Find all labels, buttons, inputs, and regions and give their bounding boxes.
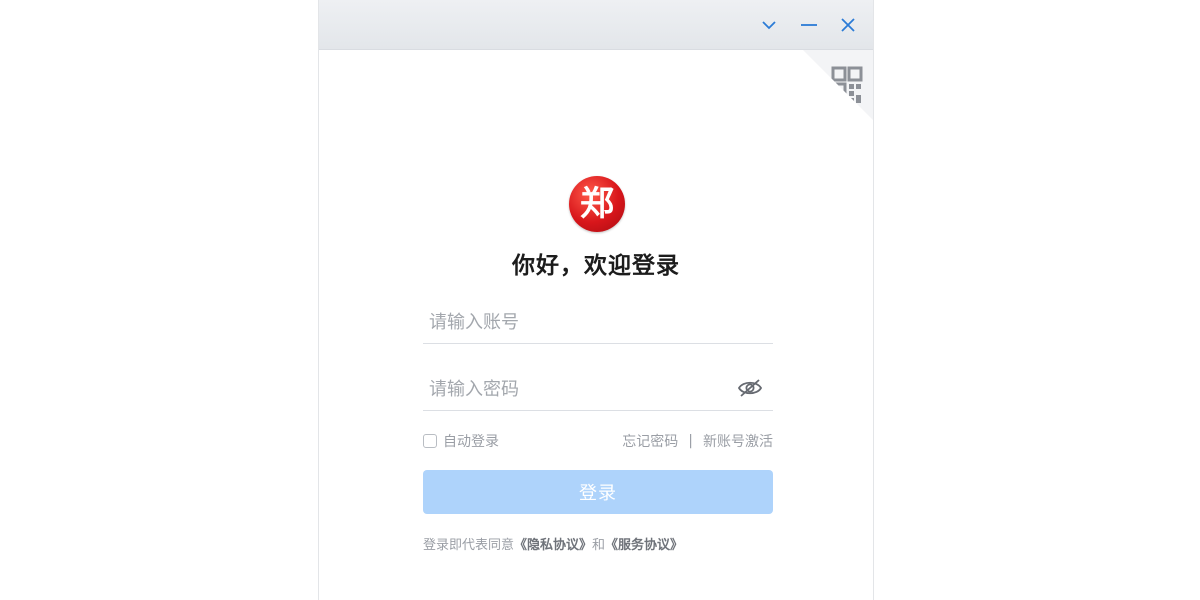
close-icon: [841, 18, 855, 32]
link-separator: |: [688, 433, 693, 449]
login-content: 郑 你好，欢迎登录 自动登录 忘记密码 | 新账号激活: [319, 50, 873, 600]
forgot-password-link[interactable]: 忘记密码: [622, 431, 678, 451]
welcome-title: 你好，欢迎登录: [512, 253, 680, 279]
account-input[interactable]: [427, 300, 731, 344]
auto-login-checkbox[interactable]: 自动登录: [423, 431, 499, 451]
service-agreement-link[interactable]: 《服务协议》: [605, 538, 683, 553]
agreement-prefix: 登录即代表同意: [423, 538, 515, 553]
minimize-icon: [801, 24, 817, 26]
close-button[interactable]: [836, 13, 860, 37]
auto-login-label: 自动登录: [443, 434, 499, 450]
account-links: 忘记密码 | 新账号激活: [622, 431, 773, 451]
title-bar: [319, 0, 873, 50]
password-input[interactable]: [427, 367, 731, 411]
activate-account-link[interactable]: 新账号激活: [703, 431, 773, 451]
login-options: 自动登录 忘记密码 | 新账号激活: [423, 431, 773, 451]
login-window: 郑 你好，欢迎登录 自动登录 忘记密码 | 新账号激活: [318, 0, 874, 600]
checkbox-box[interactable]: [423, 434, 437, 448]
logo-glyph: 郑: [580, 184, 614, 224]
minimize-button[interactable]: [797, 13, 821, 37]
app-logo: 郑: [569, 176, 625, 232]
eye-off-icon[interactable]: [737, 377, 763, 399]
password-field: [423, 367, 773, 411]
account-field: [423, 300, 773, 344]
privacy-agreement-link[interactable]: 《隐私协议》: [514, 538, 592, 553]
dropdown-button[interactable]: [757, 13, 781, 37]
agreement-text: 登录即代表同意《隐私协议》和《服务协议》: [423, 534, 683, 553]
agreement-conjunction: 和: [592, 538, 606, 553]
chevron-down-icon: [762, 21, 776, 30]
login-button[interactable]: 登录: [423, 470, 773, 514]
